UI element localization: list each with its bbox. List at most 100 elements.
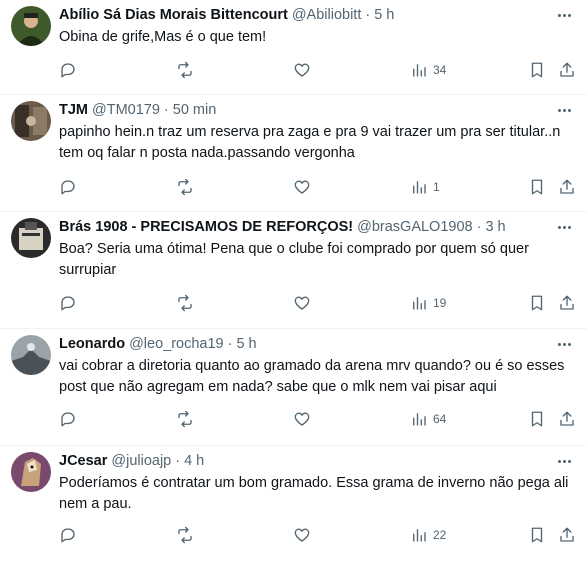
reply-button[interactable] [59,177,77,197]
tweet-actions: 64 [59,409,577,429]
bookmark-button[interactable] [528,293,546,313]
views-button[interactable]: 1 [410,177,440,197]
views-icon [413,413,426,426]
reply-icon [61,296,75,311]
bookmark-icon [531,62,543,78]
author-name[interactable]: Leonardo [59,334,125,354]
reply-button[interactable] [59,525,77,545]
more-options-icon[interactable] [555,451,573,471]
share-icon [560,295,574,310]
author-name[interactable]: Abílio Sá Dias Morais Bittencourt [59,5,288,25]
bookmark-icon [531,527,543,543]
more-options-icon[interactable] [555,100,573,120]
retweet-button[interactable] [176,525,194,545]
separator-dot: · [227,336,233,352]
share-button[interactable] [558,60,576,80]
tweet-header: Leonardo @leo_rocha19 · 5 h [59,334,577,354]
bookmark-button[interactable] [528,177,546,197]
more-options-icon[interactable] [555,5,573,25]
author-handle[interactable]: @brasGALO1908 [357,217,472,237]
separator-dot: · [163,102,169,118]
retweet-button[interactable] [176,293,194,313]
tweet[interactable]: Abílio Sá Dias Morais Bittencourt @Abili… [0,0,587,95]
avatar[interactable] [11,218,51,258]
more-options-icon[interactable] [555,334,573,354]
like-button[interactable] [293,525,311,545]
author-handle[interactable]: @TM0179 [92,100,160,120]
author-handle[interactable]: @leo_rocha19 [129,334,224,354]
tweet[interactable]: Brás 1908 - PRECISAMOS DE REFORÇOS! @bra… [0,212,587,329]
retweet-icon [178,61,192,79]
separator-dot: · [175,453,181,469]
views-button[interactable]: 19 [410,293,446,313]
tweet-text: Obina de grife,Mas é o que tem! [59,29,267,45]
share-button[interactable] [558,409,576,429]
avatar[interactable] [11,452,51,492]
views-count: 1 [433,180,440,194]
views-icon [413,529,426,542]
timestamp[interactable]: 5 h [236,334,256,354]
retweet-button[interactable] [176,60,194,80]
tweet-text: vai cobrar a diretoria quanto ao gramado… [59,358,565,395]
reply-icon [61,63,75,78]
views-button[interactable]: 22 [410,525,446,545]
like-button[interactable] [293,409,311,429]
tweet[interactable]: Leonardo @leo_rocha19 · 5 h vai cobrar a… [0,329,587,446]
tweet[interactable]: TJM @TM0179 · 50 min papinho hein.n traz… [0,95,587,212]
tweet-actions: 19 [59,293,577,313]
views-icon [413,64,426,77]
tweet-header: TJM @TM0179 · 50 min [59,100,577,120]
timestamp[interactable]: 50 min [173,100,217,120]
share-icon [560,62,574,77]
views-icon [413,297,426,310]
share-button[interactable] [558,177,576,197]
views-count: 22 [433,528,447,542]
like-button[interactable] [293,293,311,313]
author-name[interactable]: TJM [59,100,88,120]
heart-icon [294,412,310,426]
reply-icon [61,528,75,543]
more-options-icon[interactable] [555,217,573,237]
reply-feed: Abílio Sá Dias Morais Bittencourt @Abili… [0,0,587,562]
reply-icon [61,180,75,195]
retweet-icon [178,178,192,196]
like-button[interactable] [293,60,311,80]
tweet-actions: 22 [59,525,577,545]
timestamp[interactable]: 3 h [485,217,505,237]
bookmark-button[interactable] [528,525,546,545]
bookmark-icon [531,295,543,311]
timestamp[interactable]: 5 h [374,5,394,25]
separator-dot: · [365,7,371,23]
author-handle[interactable]: @Abiliobitt [292,5,362,25]
heart-icon [294,63,310,77]
avatar[interactable] [11,335,51,375]
retweet-button[interactable] [176,409,194,429]
share-button[interactable] [558,525,576,545]
like-button[interactable] [293,177,311,197]
bookmark-button[interactable] [528,60,546,80]
tweet-text: Boa? Seria uma ótima! Pena que o clube f… [59,241,529,278]
author-name[interactable]: JCesar [59,451,107,471]
avatar[interactable] [11,101,51,141]
views-button[interactable]: 64 [410,409,446,429]
author-name[interactable]: Brás 1908 - PRECISAMOS DE REFORÇOS! [59,217,353,237]
avatar[interactable] [11,6,51,46]
share-icon [560,527,574,542]
bookmark-button[interactable] [528,409,546,429]
views-button[interactable]: 34 [410,60,446,80]
tweet-header: Abílio Sá Dias Morais Bittencourt @Abili… [59,5,577,25]
tweet-actions: 1 [59,177,577,197]
share-icon [560,179,574,194]
retweet-icon [178,526,192,544]
author-handle[interactable]: @julioajp [111,451,171,471]
tweet-actions: 34 [59,60,577,80]
reply-button[interactable] [59,293,77,313]
tweet-text: papinho hein.n traz um reserva pra zaga … [59,124,561,161]
retweet-button[interactable] [176,177,194,197]
tweet[interactable]: JCesar @julioajp · 4 h Poderíamos é cont… [0,446,587,562]
share-button[interactable] [558,293,576,313]
tweet-header: Brás 1908 - PRECISAMOS DE REFORÇOS! @bra… [59,217,577,237]
reply-button[interactable] [59,60,77,80]
timestamp[interactable]: 4 h [184,451,204,471]
reply-button[interactable] [59,409,77,429]
